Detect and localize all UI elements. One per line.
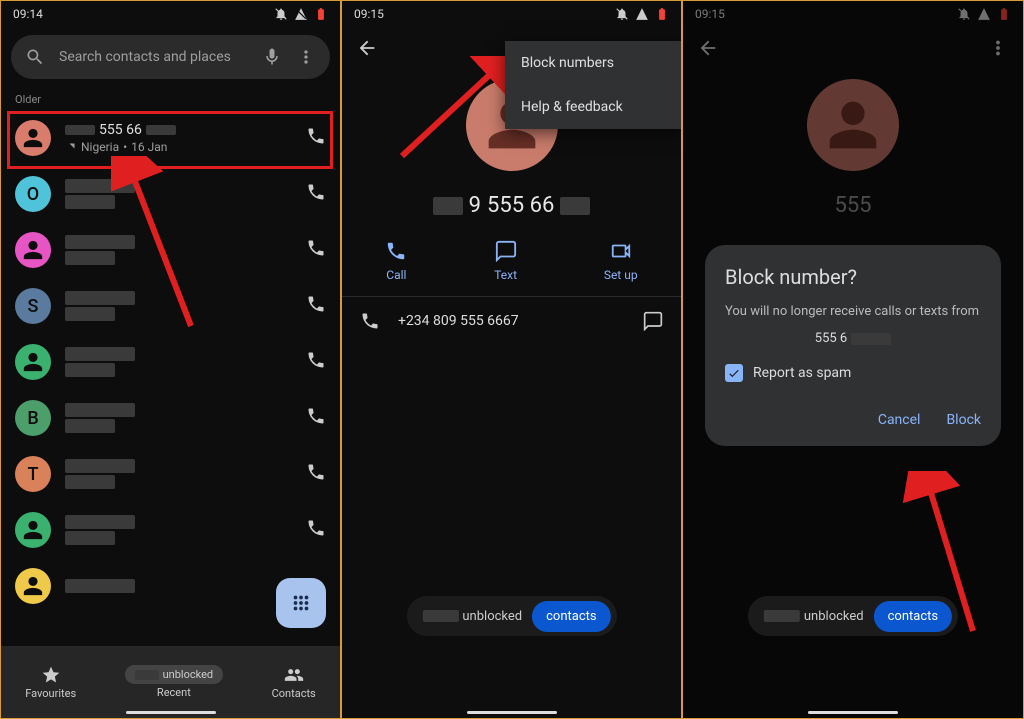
pane-recent-calls: 09:14 Search contacts and places Older 5… [0, 0, 341, 719]
toast: unblocked contacts [406, 596, 616, 636]
clock: 09:15 [354, 7, 384, 21]
avatar: O [15, 176, 51, 212]
phone-icon [360, 311, 380, 331]
call-row[interactable]: T [1, 446, 340, 502]
dialog-cancel-button[interactable]: Cancel [878, 412, 921, 428]
overflow-menu: Block numbers Help & feedback [505, 41, 681, 129]
call-row[interactable]: B [1, 390, 340, 446]
call-button[interactable] [306, 294, 326, 318]
call-button[interactable] [306, 182, 326, 206]
nav-recent[interactable]: unblockedRecent [125, 665, 224, 699]
avatar [15, 232, 51, 268]
toast-text: unblocked [462, 609, 522, 624]
status-bar: 09:15 [342, 1, 681, 27]
bottom-nav: Favourites unblockedRecent Contacts [1, 646, 340, 718]
message-icon [495, 240, 517, 262]
action-text[interactable]: Text [494, 240, 517, 282]
toast-action[interactable]: contacts [874, 601, 953, 632]
avatar [15, 344, 51, 380]
call-button[interactable] [306, 518, 326, 542]
signal-icon [635, 7, 649, 21]
gesture-bar [126, 711, 216, 714]
row-main: 555 66 Nigeria•16 Jan [65, 122, 292, 154]
dialog-number: 555 6 [725, 331, 981, 346]
report-spam-checkbox[interactable]: Report as spam [725, 364, 981, 382]
dialpad-fab[interactable] [276, 578, 326, 628]
block-dialog: Block number? You will no longer receive… [705, 245, 1001, 446]
status-icons [274, 7, 328, 21]
search-bar[interactable]: Search contacts and places [11, 35, 330, 79]
redacted [146, 125, 176, 135]
dialog-body: You will no longer receive calls or text… [725, 303, 981, 321]
toast-action[interactable]: contacts [532, 601, 611, 632]
video-icon [610, 240, 632, 262]
dialog-title: Block number? [725, 265, 981, 289]
clock: 09:14 [13, 7, 43, 21]
gesture-bar [467, 711, 557, 714]
phone-detail-row[interactable]: +234 809 555 6667 [342, 297, 681, 345]
signal-icon [294, 7, 308, 21]
menu-block-numbers[interactable]: Block numbers [505, 41, 681, 85]
redacted [65, 125, 95, 135]
dnd-icon [274, 7, 288, 21]
row-date: 16 Jan [131, 140, 167, 154]
avatar: S [15, 288, 51, 324]
call-button[interactable] [306, 462, 326, 486]
avatar [15, 568, 51, 604]
outgoing-icon [65, 141, 77, 153]
toast-text: unblocked [804, 609, 864, 624]
pane-block-dialog: 09:15 555 Block number? You will no long… [682, 0, 1024, 719]
toast: unblocked contacts [748, 596, 958, 636]
search-icon [25, 47, 45, 67]
phone-icon [385, 240, 407, 262]
call-button[interactable] [306, 238, 326, 262]
avatar [15, 512, 51, 548]
row-location: Nigeria [81, 140, 119, 154]
nav-favourites[interactable]: Favourites [25, 665, 76, 700]
battery-icon [314, 7, 328, 21]
avatar: B [15, 400, 51, 436]
contact-number: 9555 66 [433, 193, 591, 218]
search-placeholder: Search contacts and places [59, 49, 248, 65]
battery-icon [655, 7, 669, 21]
phone-number-text: +234 809 555 6667 [398, 313, 625, 329]
call-button[interactable] [306, 126, 326, 150]
checkbox-label: Report as spam [753, 365, 851, 381]
checkbox-icon [725, 364, 743, 382]
action-setup[interactable]: Set up [604, 240, 638, 282]
nav-contacts[interactable]: Contacts [272, 665, 316, 700]
gesture-bar [808, 711, 898, 714]
more-icon[interactable] [296, 47, 316, 67]
message-icon[interactable] [643, 311, 663, 331]
star-icon [41, 665, 61, 685]
avatar: T [15, 456, 51, 492]
call-button[interactable] [306, 350, 326, 374]
avatar [15, 120, 51, 156]
call-button[interactable] [306, 406, 326, 430]
back-icon[interactable] [356, 37, 378, 59]
action-call[interactable]: Call [385, 240, 407, 282]
pane-contact-detail: 09:15 9555 66 Call Text Set up +234 809 … [341, 0, 682, 719]
row-number: 555 66 [99, 122, 142, 138]
call-row[interactable]: S [1, 278, 340, 334]
status-bar: 09:14 [1, 1, 340, 27]
call-row[interactable] [1, 334, 340, 390]
mic-icon[interactable] [262, 47, 282, 67]
section-older: Older [1, 87, 340, 110]
menu-help-feedback[interactable]: Help & feedback [505, 85, 681, 129]
call-row[interactable] [1, 502, 340, 558]
contacts-icon [284, 665, 304, 685]
dialog-block-button[interactable]: Block [946, 412, 981, 428]
call-row[interactable] [1, 222, 340, 278]
dnd-icon [615, 7, 629, 21]
call-row[interactable]: O [1, 166, 340, 222]
call-row-highlighted[interactable]: 555 66 Nigeria•16 Jan [1, 110, 340, 166]
